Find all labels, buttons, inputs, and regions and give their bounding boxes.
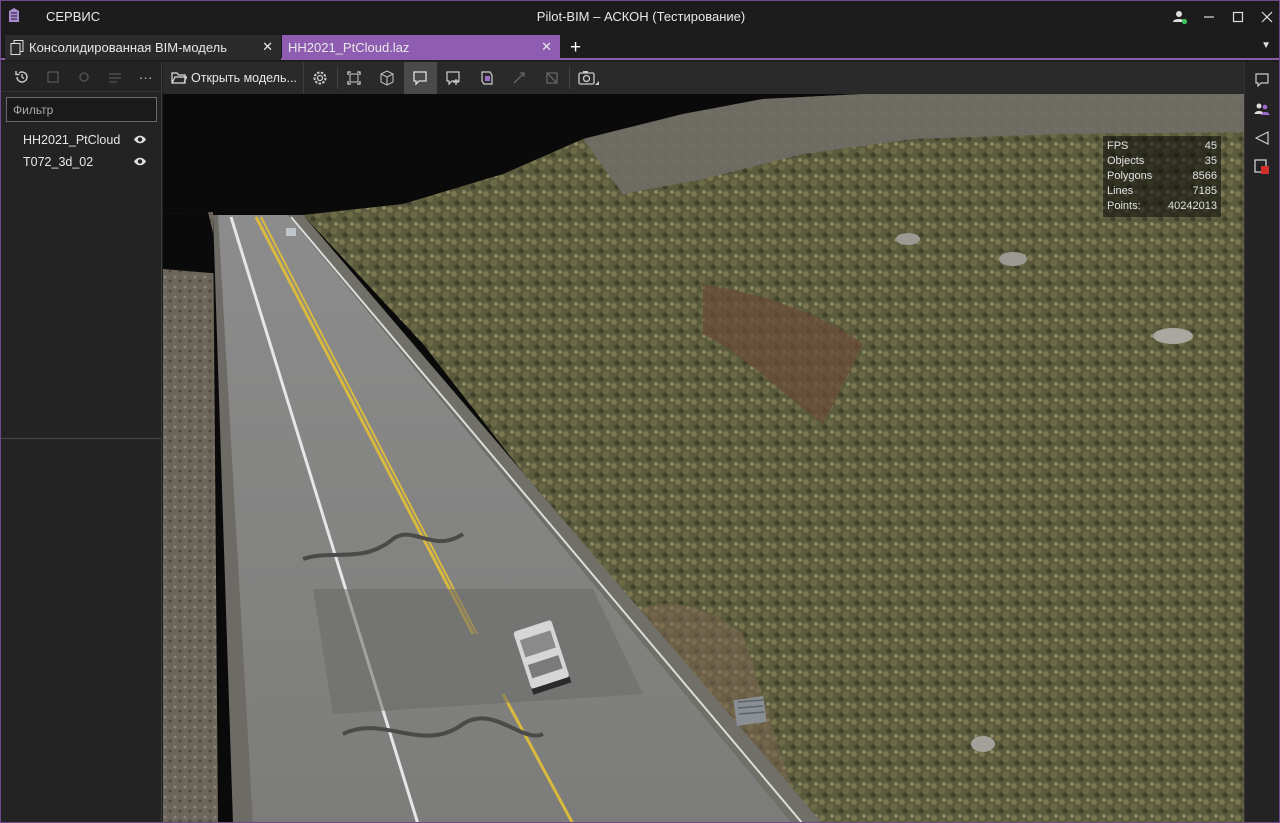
right-sidebar	[1244, 62, 1279, 822]
document-icon	[10, 40, 24, 55]
point-cloud-scene[interactable]	[163, 94, 1244, 823]
users-icon[interactable]	[1247, 94, 1277, 123]
tab-close-icon[interactable]: ✕	[541, 39, 552, 55]
clip-icon[interactable]	[536, 62, 569, 94]
model-tree-panel: ··· HH2021_PtCloud T072_3d_02	[1, 62, 162, 822]
remarks-icon[interactable]	[1247, 152, 1277, 181]
comments-icon[interactable]	[1247, 65, 1277, 94]
fit-icon[interactable]	[38, 65, 69, 89]
add-tab-button[interactable]: +	[563, 35, 588, 60]
add-comment-icon[interactable]	[437, 62, 470, 94]
stats-overlay: FPS 45 Objects 35 Polygons 8566 Lines 7185 P…	[1103, 136, 1221, 217]
menu-service[interactable]: СЕРВИС	[46, 9, 100, 24]
user-online-icon[interactable]	[1165, 1, 1194, 32]
fit-view-icon[interactable]	[338, 62, 371, 94]
3d-viewport[interactable]: FPS 45 Objects 35 Polygons 8566 Lines 7185 P…	[163, 94, 1244, 823]
panel-divider[interactable]	[1, 438, 161, 439]
stat-row: Lines 7185	[1107, 185, 1217, 197]
app-title: Pilot-BIM – АСКОН (Тестирование)	[536, 9, 746, 24]
cube-view-icon[interactable]	[371, 62, 404, 94]
send-icon[interactable]	[1247, 123, 1277, 152]
tree-item-hh2021[interactable]: HH2021_PtCloud	[1, 129, 161, 151]
folder-open-icon	[171, 72, 187, 84]
close-icon[interactable]	[1252, 1, 1279, 32]
measure-icon[interactable]	[503, 62, 536, 94]
history-icon[interactable]	[7, 65, 38, 89]
panel-toolbar: ···	[1, 62, 161, 92]
tabs-dropdown-icon[interactable]: ▼	[1261, 40, 1271, 51]
title-bar: СЕРВИС Pilot-BIM – АСКОН (Тестирование)	[1, 1, 1279, 32]
tab-label: Консолидированная BIM-модель	[29, 40, 228, 55]
stat-row: FPS 45	[1107, 140, 1217, 152]
tree-item-t072[interactable]: T072_3d_02	[1, 151, 161, 173]
tree-item-label: HH2021_PtCloud	[23, 133, 121, 147]
stat-row: Points: 40242013	[1107, 200, 1217, 212]
tab-label: HH2021_PtCloud.laz	[288, 40, 410, 55]
stat-row: Polygons 8566	[1107, 170, 1217, 182]
filter-input[interactable]	[6, 97, 157, 122]
eye-icon[interactable]	[133, 156, 147, 167]
comment-tool-icon[interactable]	[403, 62, 437, 94]
tab-pointcloud[interactable]: HH2021_PtCloud.laz ✕	[282, 35, 560, 60]
tab-close-icon[interactable]: ✕	[262, 39, 273, 55]
open-model-button[interactable]: Открыть модель...	[163, 62, 304, 94]
more-icon[interactable]: ···	[130, 65, 161, 89]
hide-icon[interactable]	[69, 65, 100, 89]
settings-gear-icon[interactable]	[304, 62, 337, 94]
model-tree: HH2021_PtCloud T072_3d_02	[1, 129, 161, 173]
layers-icon[interactable]	[99, 65, 130, 89]
viewer-toolbar: Открыть модель...	[163, 62, 1244, 94]
eye-icon[interactable]	[133, 134, 147, 145]
minimize-icon[interactable]	[1194, 1, 1223, 32]
tab-consolidated-model[interactable]: Консолидированная BIM-модель ✕	[5, 35, 281, 60]
open-model-label: Открыть модель...	[191, 71, 297, 85]
app-logo-icon	[9, 8, 19, 22]
tree-item-label: T072_3d_02	[23, 155, 94, 169]
camera-icon[interactable]	[570, 62, 608, 94]
tab-bar: Консолидированная BIM-модель ✕ HH2021_Pt…	[1, 32, 1279, 60]
section-box-icon[interactable]	[470, 62, 503, 94]
stat-row: Objects 35	[1107, 155, 1217, 167]
app-window: СЕРВИС Pilot-BIM – АСКОН (Тестирование) …	[0, 0, 1280, 823]
maximize-icon[interactable]	[1223, 1, 1252, 32]
